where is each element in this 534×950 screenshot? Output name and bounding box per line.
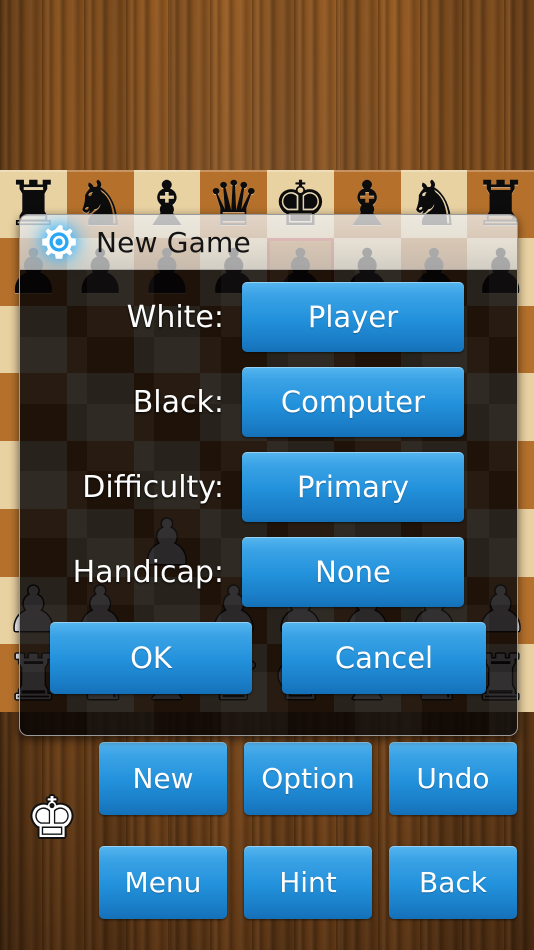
cancel-button[interactable]: Cancel <box>282 622 486 694</box>
row-white: White: Player <box>20 282 517 352</box>
row-black: Black: Computer <box>20 367 517 437</box>
black-value-button[interactable]: Computer <box>242 367 464 437</box>
difficulty-label: Difficulty: <box>82 469 224 505</box>
gear-icon <box>32 215 86 269</box>
difficulty-value-button[interactable]: Primary <box>242 452 464 522</box>
row-handicap: Handicap: None <box>20 537 517 607</box>
option-button[interactable]: Option <box>244 742 372 815</box>
dialog-body: White: Player Black: Computer Difficulty… <box>20 270 517 735</box>
undo-button[interactable]: Undo <box>389 742 517 815</box>
menu-button[interactable]: Menu <box>99 846 227 919</box>
handicap-label: Handicap: <box>72 554 224 590</box>
back-button[interactable]: Back <box>389 846 517 919</box>
white-label: White: <box>126 299 224 335</box>
new-button[interactable]: New <box>99 742 227 815</box>
new-game-dialog: New Game White: Player Black: Computer D… <box>19 214 518 736</box>
ok-button[interactable]: OK <box>50 622 252 694</box>
dialog-title: New Game <box>96 225 251 259</box>
white-value-button[interactable]: Player <box>242 282 464 352</box>
row-difficulty: Difficulty: Primary <box>20 452 517 522</box>
handicap-value-button[interactable]: None <box>242 537 464 607</box>
black-label: Black: <box>132 384 224 420</box>
dialog-titlebar: New Game <box>20 215 517 270</box>
hint-button[interactable]: Hint <box>244 846 372 919</box>
captured-white-king: ♚ <box>26 786 78 851</box>
dialog-actions: OK Cancel <box>20 622 517 694</box>
